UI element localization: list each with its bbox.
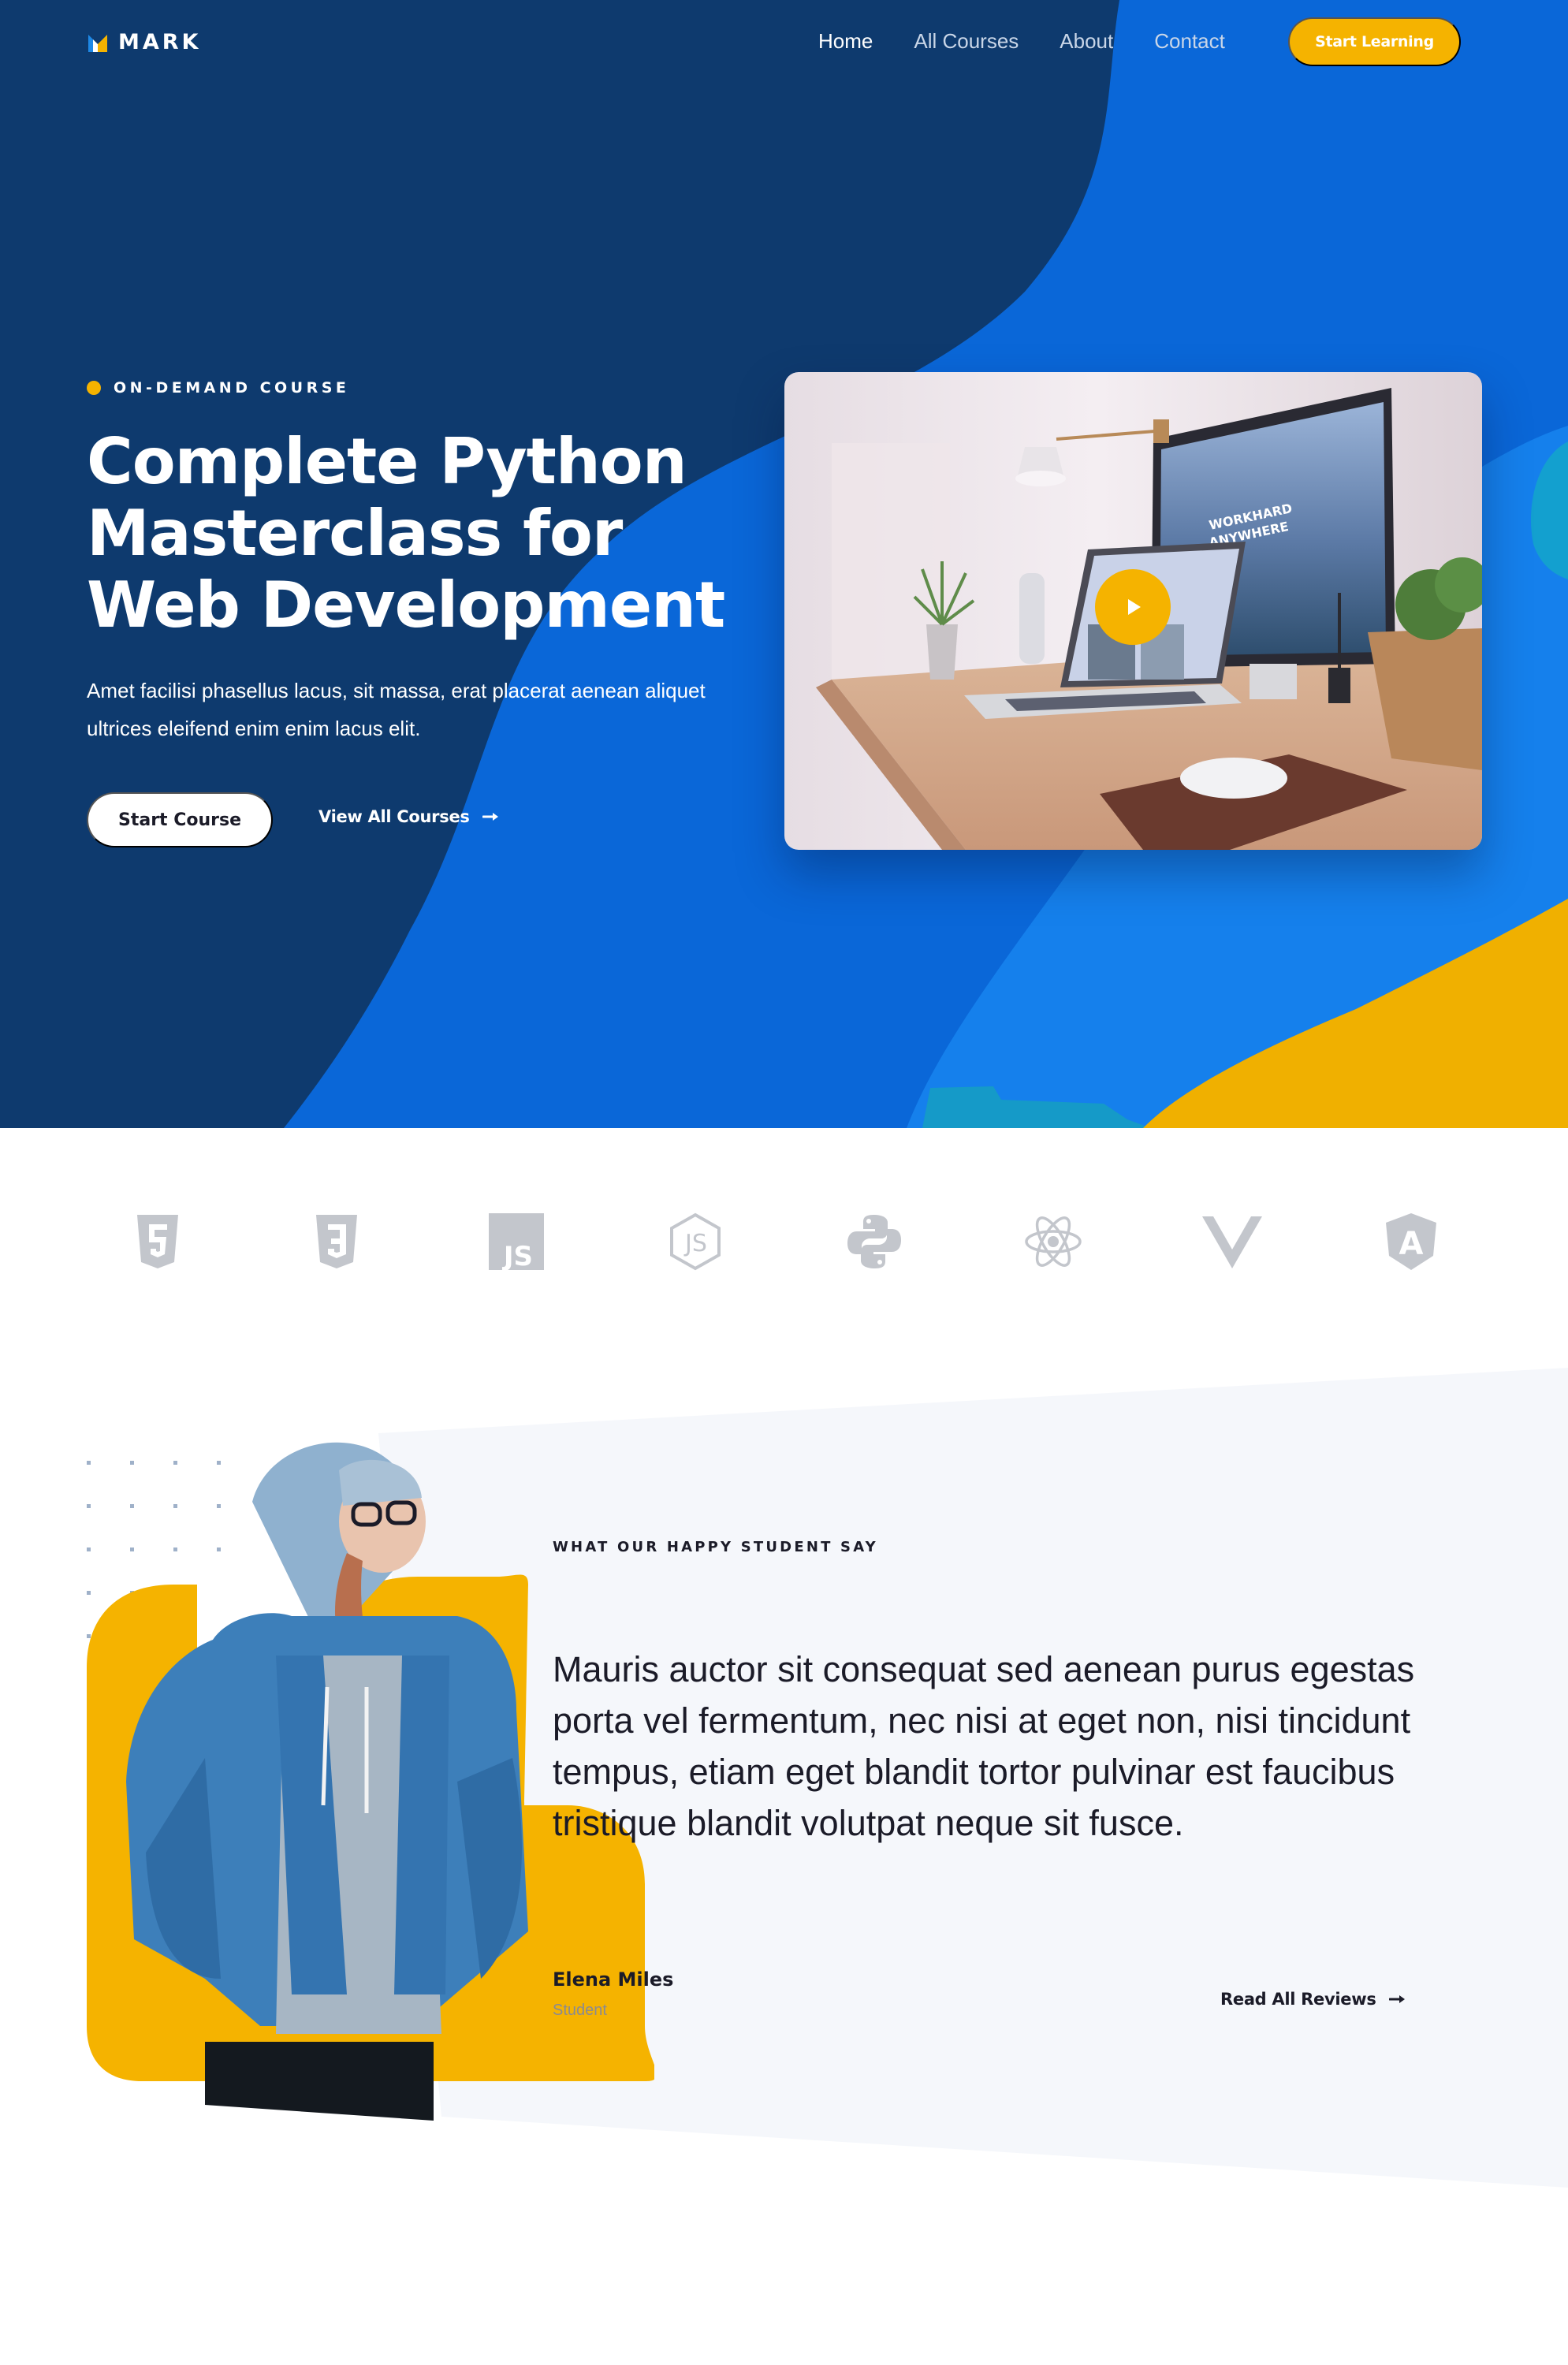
start-course-button[interactable]: Start Course <box>87 792 273 847</box>
tech-logo-react[interactable] <box>1018 1206 1089 1277</box>
angular-icon-text: A <box>1399 1226 1424 1262</box>
top-navigation: MARK Home All Courses About Contact Star… <box>0 0 1568 84</box>
javascript-icon-text: JS <box>502 1241 533 1272</box>
hero-eyebrow: ON-DEMAND COURSE <box>87 379 349 397</box>
view-all-courses-label: View All Courses <box>318 807 470 826</box>
vue-icon <box>1202 1216 1262 1268</box>
tech-logo-html5[interactable] <box>122 1206 193 1277</box>
nav-link-contact[interactable]: Contact <box>1154 29 1225 54</box>
brand-logo[interactable]: MARK <box>87 30 201 54</box>
testimonial-author-role: Student <box>553 2002 607 2019</box>
css3-icon <box>316 1215 357 1268</box>
read-all-reviews-label: Read All Reviews <box>1220 1990 1376 2009</box>
tech-logo-css3[interactable] <box>301 1206 372 1277</box>
nav-link-about[interactable]: About <box>1060 29 1113 54</box>
nav-link-home[interactable]: Home <box>818 29 873 54</box>
tech-logo-python[interactable] <box>839 1206 910 1277</box>
tech-logo-nodejs[interactable]: JS <box>660 1206 731 1277</box>
yellow-dot-icon <box>87 381 101 395</box>
arrow-right-icon <box>482 813 498 821</box>
logo-mark-icon <box>88 34 107 52</box>
html5-icon <box>137 1215 178 1268</box>
javascript-icon: JS <box>489 1213 544 1272</box>
tech-logo-vue[interactable] <box>1197 1206 1268 1277</box>
testimonial-author-name: Elena Miles <box>553 1968 674 1991</box>
play-icon <box>1128 599 1141 615</box>
nav-link-all-courses[interactable]: All Courses <box>914 29 1019 54</box>
play-video-button[interactable] <box>1095 569 1171 645</box>
brand-name: MARK <box>118 30 202 54</box>
hero-title-line: Complete Python <box>87 425 687 498</box>
testimonial-quote: Mauris auctor sit consequat sed aenean p… <box>553 1649 1415 1843</box>
hero-title: Complete Python Masterclass for Web Deve… <box>87 426 796 641</box>
tech-logo-javascript[interactable]: JS <box>480 1206 551 1277</box>
hero-eyebrow-text: ON-DEMAND COURSE <box>114 379 350 397</box>
hero-title-line: Web Development <box>87 568 725 642</box>
hero-section: MARK Home All Courses About Contact Star… <box>0 0 1568 1128</box>
view-all-courses-link[interactable]: View All Courses <box>318 807 500 826</box>
nav-links: Home All Courses About Contact <box>818 29 1225 54</box>
hero-title-line: Masterclass for <box>87 497 623 570</box>
testimonial-eyebrow: WHAT OUR HAPPY STUDENT SAY <box>553 1539 878 1555</box>
python-icon <box>847 1215 901 1268</box>
course-video-thumbnail[interactable]: WORKHARD ANYWHERE <box>784 372 1482 850</box>
start-learning-button[interactable]: Start Learning <box>1288 17 1461 66</box>
react-icon <box>1025 1216 1082 1267</box>
angular-icon: A <box>1386 1213 1436 1270</box>
nodejs-icon: JS <box>670 1212 721 1271</box>
tech-logo-angular[interactable]: A <box>1376 1206 1447 1277</box>
nodejs-icon-text: JS <box>683 1230 707 1257</box>
technology-logos: JS JS A <box>0 1206 1568 1285</box>
hero-description: Amet facilisi phasellus lacus, sit massa… <box>87 679 706 740</box>
read-all-reviews-link[interactable]: Read All Reviews <box>1220 1990 1406 2009</box>
arrow-right-icon <box>1388 1995 1405 2003</box>
